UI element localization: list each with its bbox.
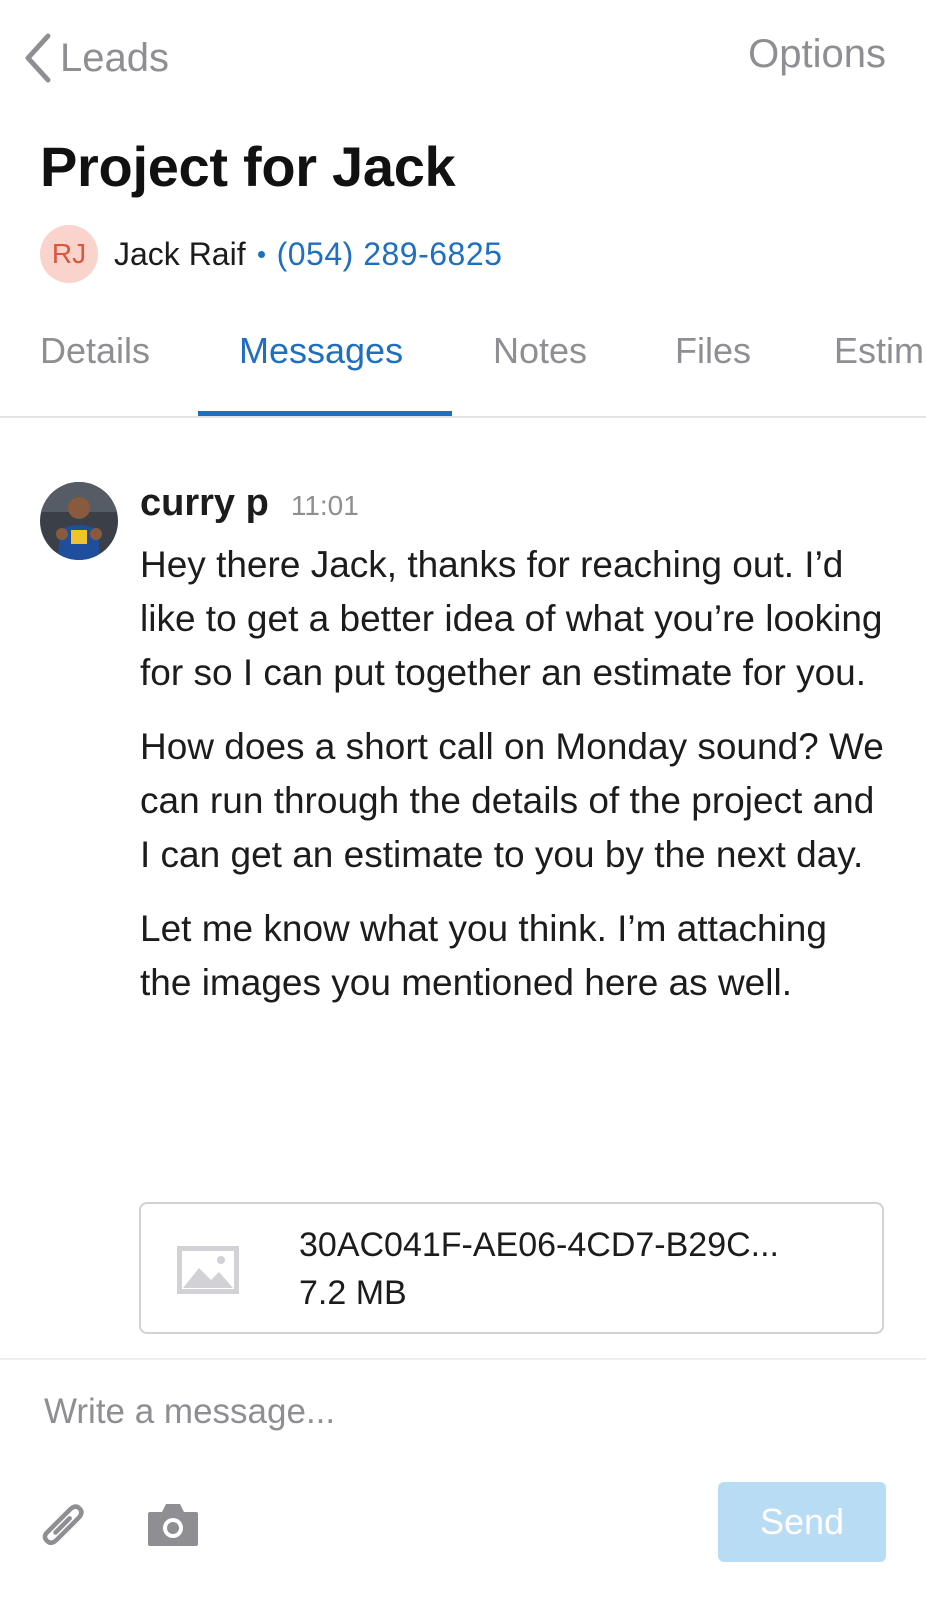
paperclip-icon: [42, 1504, 84, 1546]
camera-icon: [148, 1504, 198, 1546]
message-time: 11:01: [290, 490, 359, 521]
options-button[interactable]: Options: [748, 32, 886, 77]
send-button[interactable]: Send: [718, 1482, 886, 1562]
tab-details[interactable]: Details: [40, 330, 150, 372]
attach-button[interactable]: [36, 1496, 92, 1552]
camera-button[interactable]: [146, 1500, 200, 1548]
chevron-left-icon: [25, 33, 51, 83]
message-paragraph: How does a short call on Monday sound? W…: [140, 726, 884, 875]
tab-estimates[interactable]: Estim: [834, 330, 924, 372]
attachment-filename: 30AC041F-AE06-4CD7-B29C...: [299, 1226, 780, 1264]
attachment-size: 7.2 MB: [299, 1274, 407, 1312]
page-title: Project for Jack: [40, 135, 456, 198]
back-label: Leads: [60, 35, 169, 80]
message-input[interactable]: [44, 1382, 864, 1442]
message-paragraph: Let me know what you think. I’m attachin…: [140, 908, 827, 1003]
image-icon: [177, 1246, 239, 1294]
sender-name: curry p: [140, 482, 269, 524]
composer-divider: [0, 1358, 926, 1360]
tab-bar: Details Messages Notes Files Estim: [0, 312, 926, 418]
contact-name: Jack Raif: [114, 235, 246, 272]
tab-notes[interactable]: Notes: [493, 330, 587, 372]
active-tab-indicator: [198, 411, 452, 416]
contact-phone-link[interactable]: (054) 289-6825: [277, 236, 503, 273]
message-paragraph: Hey there Jack, thanks for reaching out.…: [140, 544, 883, 693]
sender-avatar[interactable]: [40, 482, 118, 560]
message-header: curry p 11:01: [140, 482, 886, 538]
contact-avatar: RJ: [40, 225, 98, 283]
separator-dot: [257, 250, 265, 258]
tab-messages[interactable]: Messages: [239, 330, 403, 372]
back-button[interactable]: Leads: [20, 30, 169, 86]
nav-bar: Leads Options: [0, 0, 926, 118]
attachment-card[interactable]: 30AC041F-AE06-4CD7-B29C... 7.2 MB: [139, 1202, 884, 1334]
sender-avatar-image: [40, 482, 118, 560]
message-body: curry p 11:01 Hey there Jack, thanks for…: [140, 482, 886, 1030]
tab-files[interactable]: Files: [675, 330, 751, 372]
contact-row: RJ Jack Raif (054) 289-6825: [40, 224, 502, 284]
